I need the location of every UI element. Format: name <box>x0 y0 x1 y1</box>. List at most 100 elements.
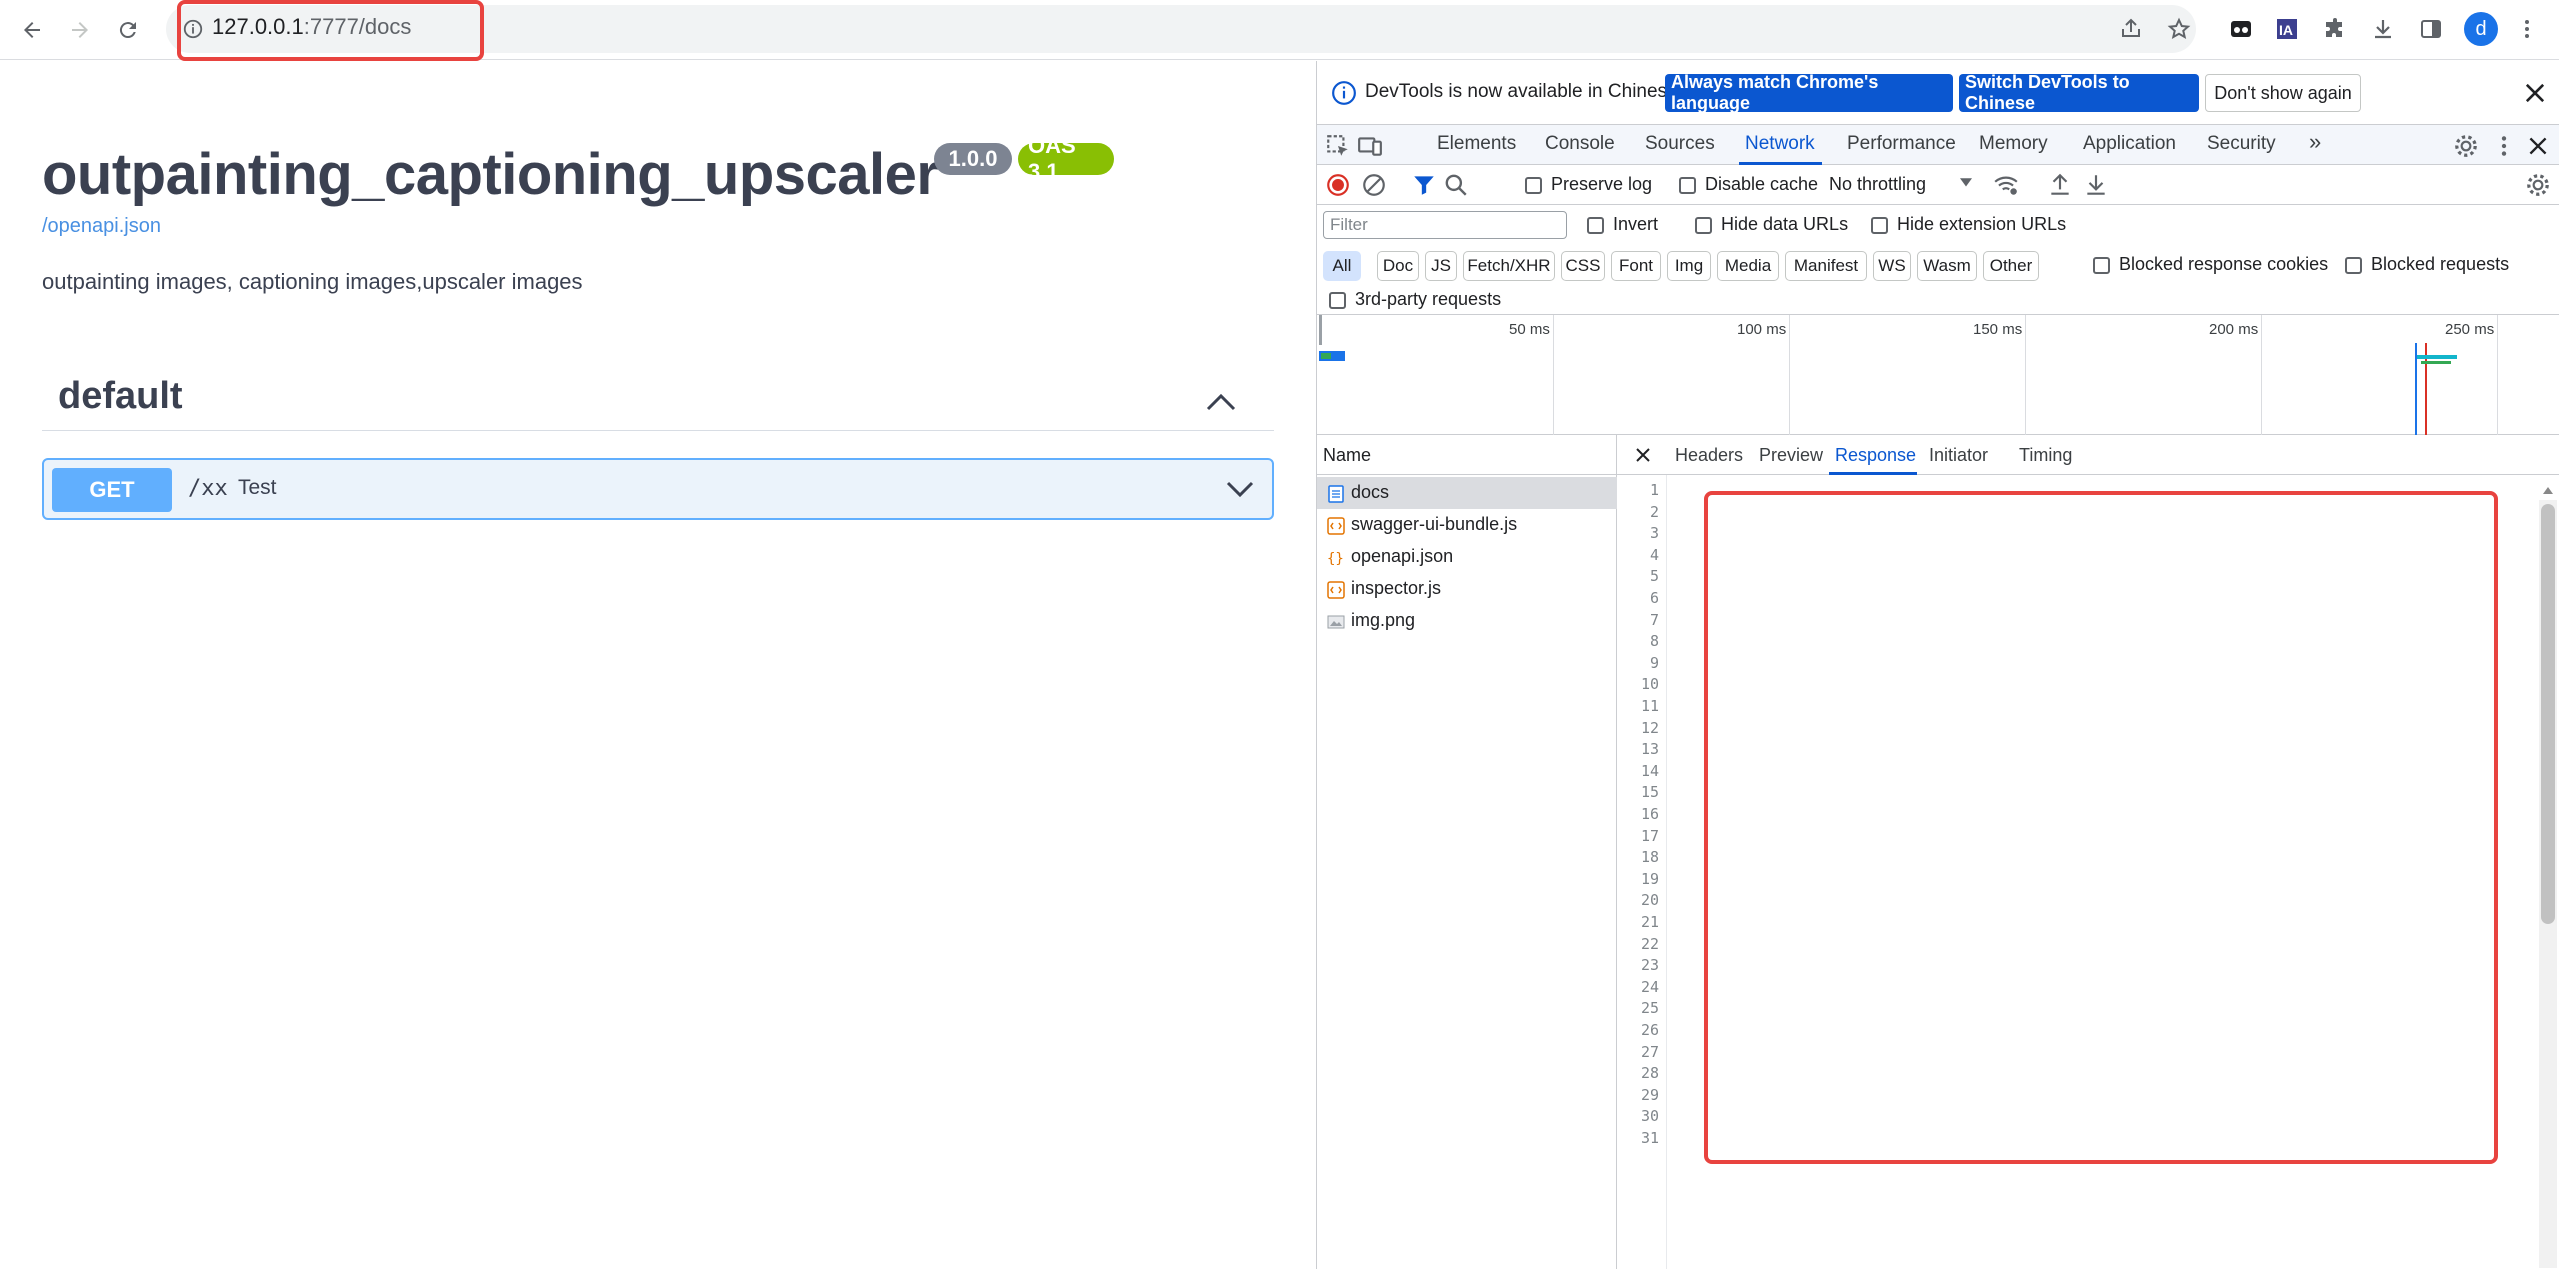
tab-security[interactable]: Security <box>2207 133 2276 155</box>
filter-chip-all[interactable]: All <box>1323 251 1361 281</box>
network-conditions-icon[interactable] <box>1993 172 2019 198</box>
tab-network[interactable]: Network <box>1745 133 1815 155</box>
match-language-button[interactable]: Always match Chrome's language <box>1665 72 1953 113</box>
disable-cache-checkbox[interactable] <box>1679 177 1696 194</box>
info-icon <box>1332 81 1356 105</box>
request-row[interactable]: inspector.js <box>1317 573 1617 605</box>
filter-input[interactable]: Filter <box>1323 211 1567 239</box>
line-number: 28 <box>1640 1064 1659 1083</box>
tab-headers[interactable]: Headers <box>1675 445 1743 466</box>
preserve-log-checkbox[interactable] <box>1525 177 1542 194</box>
more-tabs-button[interactable]: » <box>2309 129 2321 155</box>
chevron-down-icon[interactable] <box>1224 476 1256 502</box>
filter-chip-media[interactable]: Media <box>1717 251 1779 281</box>
bookmark-button[interactable] <box>2164 14 2194 44</box>
filter-chip-img[interactable]: Img <box>1667 251 1711 281</box>
openapi-link[interactable]: /openapi.json <box>42 215 161 238</box>
filter-chip-other[interactable]: Other <box>1983 251 2039 281</box>
tab-console[interactable]: Console <box>1545 133 1615 155</box>
browser-toolbar: 127.0.0.1:7777/docs IA d <box>0 0 2559 61</box>
tab-performance[interactable]: Performance <box>1847 133 1956 155</box>
filter-chip-wasm[interactable]: Wasm <box>1917 251 1977 281</box>
line-number: 14 <box>1640 761 1659 780</box>
language-banner: DevTools is now available in Chinese! Al… <box>1317 61 2559 125</box>
star-icon <box>2167 17 2191 39</box>
filter-chip-doc[interactable]: Doc <box>1377 251 1419 281</box>
profile-avatar[interactable]: d <box>2464 12 2498 46</box>
hide-data-urls-checkbox[interactable] <box>1695 217 1712 234</box>
share-button[interactable] <box>2116 14 2146 44</box>
filter-chip-manifest[interactable]: Manifest <box>1785 251 1867 281</box>
request-name: inspector.js <box>1351 578 1442 598</box>
record-icon[interactable] <box>1325 172 1351 198</box>
line-number: 20 <box>1640 891 1659 910</box>
extension-goggles-button[interactable] <box>2226 14 2256 44</box>
close-icon[interactable] <box>1633 445 1653 465</box>
timeline-tick-label: 100 ms <box>1737 321 1787 338</box>
browser-menu-button[interactable] <box>2512 14 2542 44</box>
close-icon[interactable] <box>2521 79 2549 107</box>
blocked-cookies-checkbox[interactable] <box>2093 257 2110 274</box>
request-row[interactable]: img.png <box>1317 605 1617 637</box>
invert-checkbox[interactable] <box>1587 217 1604 234</box>
kebab-menu-icon[interactable] <box>2491 133 2517 159</box>
operation-row[interactable]: GET /xx Test <box>42 458 1274 520</box>
tab-initiator[interactable]: Initiator <box>1929 445 1988 466</box>
response-scrollbar[interactable] <box>2539 500 2557 1268</box>
request-row[interactable]: docs <box>1317 477 1617 509</box>
tab-timing[interactable]: Timing <box>2019 445 2072 466</box>
request-row[interactable]: {} openapi.json <box>1317 541 1617 573</box>
search-icon[interactable] <box>1443 172 1469 198</box>
tab-application[interactable]: Application <box>2083 133 2176 155</box>
request-name: swagger-ui-bundle.js <box>1351 514 1518 534</box>
back-button[interactable] <box>16 14 48 46</box>
tab-memory[interactable]: Memory <box>1979 133 2048 155</box>
network-settings-gear-icon[interactable] <box>2525 172 2551 198</box>
import-har-icon[interactable] <box>2047 172 2073 198</box>
filter-chip-font[interactable]: Font <box>1611 251 1661 281</box>
close-icon[interactable] <box>2525 133 2551 159</box>
filter-chip-fetch[interactable]: Fetch/XHR <box>1463 251 1555 281</box>
device-toolbar-icon[interactable] <box>1357 133 1383 159</box>
side-panel-button[interactable] <box>2416 14 2446 44</box>
extension-ia-button[interactable]: IA <box>2272 14 2302 44</box>
line-number: 8 <box>1649 632 1659 651</box>
chevron-up-icon[interactable] <box>1204 387 1238 417</box>
scroll-up-arrow-icon[interactable] <box>2543 487 2553 494</box>
blocked-requests-checkbox[interactable] <box>2345 257 2362 274</box>
dropdown-caret-icon[interactable] <box>1957 173 1975 191</box>
scrollbar-thumb[interactable] <box>2541 504 2555 924</box>
tag-section-header[interactable]: default <box>42 371 1274 431</box>
tab-elements[interactable]: Elements <box>1437 133 1516 155</box>
request-row[interactable]: swagger-ui-bundle.js <box>1317 509 1617 541</box>
filter-icon[interactable] <box>1411 172 1437 198</box>
downloads-button[interactable] <box>2368 14 2398 44</box>
export-har-icon[interactable] <box>2083 172 2109 198</box>
throttling-select[interactable]: No throttling <box>1829 174 1926 195</box>
network-toolbar: Preserve log Disable cache No throttling <box>1317 165 2559 205</box>
hide-ext-urls-checkbox[interactable] <box>1871 217 1888 234</box>
filter-chip-css[interactable]: CSS <box>1561 251 1605 281</box>
dont-show-again-button[interactable]: Don't show again <box>2205 74 2361 112</box>
timeline-tick-label: 50 ms <box>1509 321 1550 338</box>
clear-icon[interactable] <box>1361 172 1387 198</box>
line-number: 16 <box>1640 805 1659 823</box>
extensions-button[interactable] <box>2320 14 2350 44</box>
blocked-cookies-label: Blocked response cookies <box>2119 254 2329 274</box>
line-number: 7 <box>1649 610 1659 629</box>
request-name: img.png <box>1351 610 1416 630</box>
tab-response[interactable]: Response <box>1835 445 1916 466</box>
oas-badge: OAS 3.1 <box>1018 133 1114 184</box>
reload-button[interactable] <box>112 14 144 46</box>
filter-chip-ws[interactable]: WS <box>1873 251 1911 281</box>
inspect-element-icon[interactable] <box>1325 133 1351 159</box>
switch-chinese-button[interactable]: Switch DevTools to Chinese <box>1959 72 2199 113</box>
network-timeline[interactable]: 50 ms 100 ms 150 ms 200 ms 250 ms <box>1317 315 2559 435</box>
gear-icon[interactable] <box>2453 133 2479 159</box>
filter-chip-js[interactable]: JS <box>1425 251 1457 281</box>
tab-preview[interactable]: Preview <box>1759 445 1823 466</box>
forward-button[interactable] <box>64 14 96 46</box>
tab-sources[interactable]: Sources <box>1645 133 1715 155</box>
third-party-checkbox[interactable] <box>1329 292 1346 309</box>
line-number: 17 <box>1640 826 1659 845</box>
